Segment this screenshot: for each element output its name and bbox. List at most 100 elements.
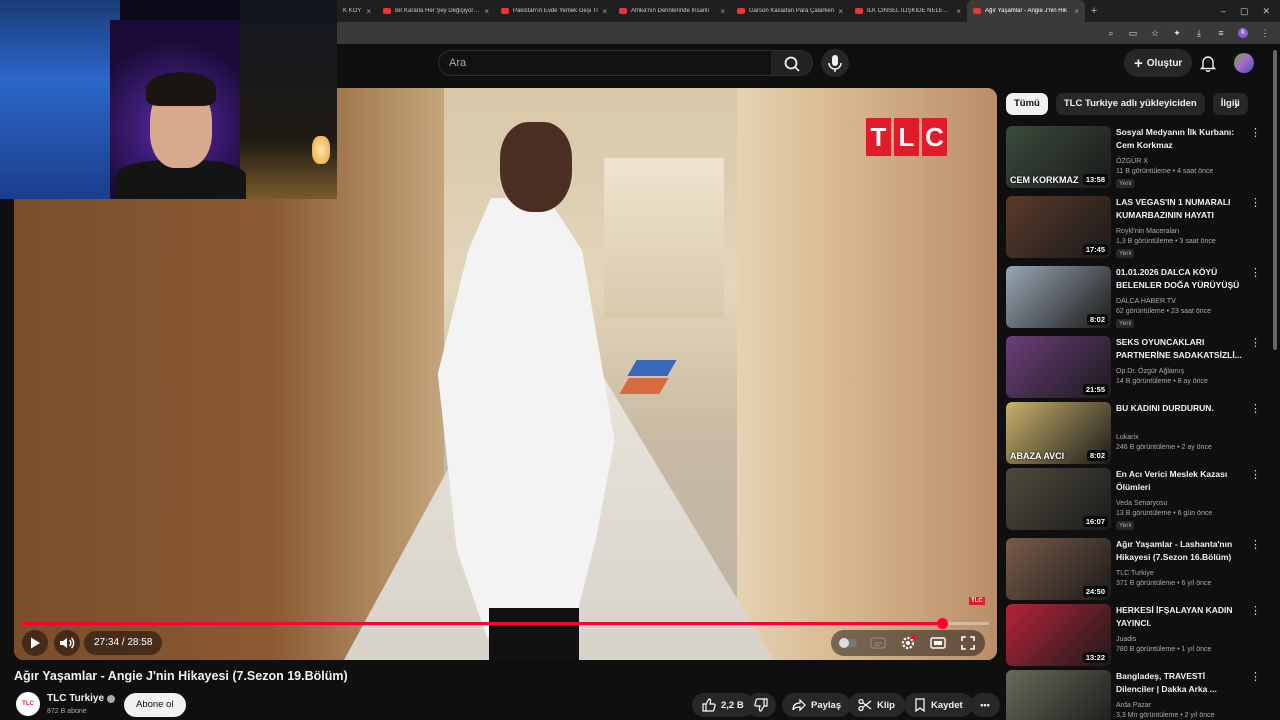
recommendation-item[interactable]: CEM KORKMAZ 13:58 Sosyal Medyanın İlk Kurb…	[1006, 126, 1268, 190]
more-actions-button[interactable]: •••	[970, 693, 1000, 717]
save-button[interactable]: Kaydet	[904, 693, 973, 717]
recommendation-item[interactable]: Bangladeş, TRAVESTİ Dilenciler | Dakka A…	[1006, 670, 1268, 720]
more-options-icon[interactable]: ⋮	[1250, 540, 1261, 551]
subscribe-button[interactable]: Abone ol	[124, 693, 186, 717]
settings-button[interactable]	[897, 632, 919, 654]
browser-tab[interactable]: Pakistan'ın Evde Yemek Geşi Tr ×	[495, 0, 613, 22]
recommendation-channel[interactable]: Veda Senaryosu	[1116, 500, 1167, 507]
browser-tab[interactable]: Bir Kararla Her Şey Değişiyor: Ob ×	[377, 0, 495, 22]
progress-bar[interactable]	[22, 618, 989, 629]
recommendation-channel[interactable]: TLC Turkiye	[1116, 570, 1154, 577]
like-button[interactable]: 2,2 B	[692, 693, 754, 717]
recommendation-channel[interactable]: Arda Pazar	[1116, 702, 1151, 709]
recommendation-item[interactable]: 8:02 01.01.2026 DALCA KÖYÜ BELENLER DOĞA …	[1006, 266, 1268, 330]
recommendation-item[interactable]: 17:45 LAS VEGAS'IN 1 NUMARALI KUMARBAZINI…	[1006, 196, 1268, 260]
recommendation-channel[interactable]: Lukarix	[1116, 434, 1139, 441]
mute-button[interactable]	[54, 630, 80, 656]
recommendation-title[interactable]: Sosyal Medyanın İlk Kurbanı: Cem Korkmaz	[1116, 126, 1244, 151]
more-options-icon[interactable]: ⋮	[1250, 268, 1261, 279]
close-tab-icon[interactable]: ×	[484, 7, 489, 16]
channel-avatar[interactable]: TLC	[16, 692, 40, 716]
browser-profile-avatar[interactable]: k	[1238, 28, 1248, 38]
voice-search-button[interactable]	[821, 49, 849, 77]
share-button[interactable]: Paylaş	[782, 693, 852, 717]
more-options-icon[interactable]: ⋮	[1250, 470, 1261, 481]
zoom-icon[interactable]: ⌕	[1106, 28, 1116, 38]
video-thumbnail[interactable]: ABAZA AVCI 8:02	[1006, 402, 1111, 464]
search-input[interactable]: Ara	[438, 50, 772, 76]
bookmark-star-icon[interactable]: ☆	[1150, 28, 1160, 38]
cast-icon[interactable]: ▭	[1128, 28, 1138, 38]
page-scrollbar[interactable]	[1273, 50, 1277, 350]
recommendation-title[interactable]: 01.01.2026 DALCA KÖYÜ BELENLER DOĞA YÜRÜ…	[1116, 266, 1244, 291]
miniplayer-button[interactable]	[927, 632, 949, 654]
search-button[interactable]	[771, 50, 813, 76]
tab-search-icon[interactable]: ≡	[1216, 28, 1226, 38]
subtitles-button[interactable]	[867, 632, 889, 654]
recommendation-channel[interactable]: ÖZGÜR X	[1116, 158, 1148, 165]
video-thumbnail[interactable]: CEM KORKMAZ 13:58	[1006, 126, 1111, 188]
close-window-icon[interactable]: ✕	[1262, 6, 1270, 17]
recommendation-title[interactable]: BU KADINI DURDURUN.	[1116, 402, 1244, 415]
recommendation-title[interactable]: Bangladeş, TRAVESTİ Dilenciler | Dakka A…	[1116, 670, 1244, 695]
browser-tab[interactable]: İLK CİNSEL İLİŞKİDE NELER YAP ×	[849, 0, 967, 22]
maximize-icon[interactable]: ▢	[1240, 6, 1249, 17]
more-options-icon[interactable]: ⋮	[1250, 128, 1261, 139]
recommendation-item[interactable]: 13:22 HERKESİ İFŞALAYAN KADIN YAYINCI. Jua…	[1006, 604, 1268, 668]
dislike-button[interactable]	[746, 693, 776, 717]
browser-tab[interactable]: Garson Kasadan Para Çalarken ×	[731, 0, 849, 22]
more-options-icon[interactable]: ⋮	[1250, 672, 1261, 683]
more-options-icon[interactable]: ⋮	[1250, 606, 1261, 617]
more-options-icon[interactable]: ⋮	[1250, 338, 1261, 349]
recommendation-title[interactable]: HERKESİ İFŞALAYAN KADIN YAYINCI.	[1116, 604, 1244, 629]
close-tab-icon[interactable]: ×	[366, 7, 371, 16]
more-options-icon[interactable]: ⋮	[1250, 198, 1261, 209]
browser-tab[interactable]: Ağır Yaşamlar - Angie J'nin Hik ×	[967, 0, 1085, 22]
close-tab-icon[interactable]: ×	[838, 7, 843, 16]
extensions-icon[interactable]: ✦	[1172, 28, 1182, 38]
recommendation-title[interactable]: Ağır Yaşamlar - Lashanta'nın Hikayesi (7…	[1116, 538, 1244, 563]
video-thumbnail[interactable]: 8:02	[1006, 266, 1111, 328]
close-tab-icon[interactable]: ×	[720, 7, 725, 16]
new-tab-button[interactable]: +	[1085, 5, 1103, 17]
video-thumbnail[interactable]: 21:55	[1006, 336, 1111, 398]
browser-tab[interactable]: Afrika'nın Derinlerinde İnsanlı ×	[613, 0, 731, 22]
channel-watermark[interactable]: TLC	[969, 597, 985, 605]
video-thumbnail[interactable]: 16:07	[1006, 468, 1111, 530]
more-options-icon[interactable]: ⋮	[1250, 404, 1261, 415]
chevron-right-icon[interactable]: ›	[1234, 97, 1250, 113]
recommendation-title[interactable]: En Acı Verici Meslek Kazası Ölümleri	[1116, 468, 1244, 493]
video-thumbnail[interactable]: 17:45	[1006, 196, 1111, 258]
downloads-icon[interactable]: ⤓	[1194, 28, 1204, 38]
channel-name-text[interactable]: TLC Turkiye	[47, 693, 104, 704]
recommendation-item[interactable]: ABAZA AVCI 8:02 BU KADINI DURDURUN. Lukarix…	[1006, 402, 1268, 466]
account-avatar[interactable]	[1234, 53, 1254, 73]
recommendation-item[interactable]: 21:55 SEKS OYUNCAKLARI PARTNERİNE SADAKAT…	[1006, 336, 1268, 400]
recommendation-channel[interactable]: DALCA HABER TV	[1116, 298, 1176, 305]
recommendation-channel[interactable]: Roykl'nin Maceraları	[1116, 228, 1179, 235]
close-tab-icon[interactable]: ×	[1074, 7, 1079, 16]
recommendation-channel[interactable]: Op.Dr. Özgür Ağlamış	[1116, 368, 1184, 375]
recommendation-channel[interactable]: Juadis	[1116, 636, 1136, 643]
browser-tab[interactable]: K KÖY ×	[337, 0, 377, 22]
video-thumbnail[interactable]: 13:22	[1006, 604, 1111, 666]
play-button[interactable]	[22, 630, 48, 656]
filter-chip[interactable]: TLC Turkiye adlı yükleyiciden	[1055, 93, 1205, 115]
video-thumbnail[interactable]	[1006, 670, 1111, 720]
recommendation-title[interactable]: SEKS OYUNCAKLARI PARTNERİNE SADAKATSİZLİ…	[1116, 336, 1244, 361]
recommendation-item[interactable]: 24:50 Ağır Yaşamlar - Lashanta'nın Hikaye…	[1006, 538, 1268, 602]
video-thumbnail[interactable]: 24:50	[1006, 538, 1111, 600]
recommendation-item[interactable]: 16:07 En Acı Verici Meslek Kazası Ölümler…	[1006, 468, 1268, 532]
notifications-button[interactable]	[1198, 53, 1218, 73]
close-tab-icon[interactable]: ×	[602, 7, 607, 16]
minimize-icon[interactable]: –	[1221, 6, 1226, 17]
create-button[interactable]: + Oluştur	[1124, 49, 1193, 77]
fullscreen-button[interactable]	[957, 632, 979, 654]
recommendation-title[interactable]: LAS VEGAS'IN 1 NUMARALI KUMARBAZININ HAY…	[1116, 196, 1244, 221]
channel-name[interactable]: TLC Turkiye	[47, 693, 116, 704]
clip-button[interactable]: Klip	[848, 693, 905, 717]
close-tab-icon[interactable]: ×	[956, 7, 961, 16]
browser-menu-icon[interactable]: ⋮	[1260, 28, 1270, 38]
autoplay-toggle[interactable]	[837, 632, 859, 654]
filter-chip[interactable]: Tümü	[1006, 93, 1048, 115]
